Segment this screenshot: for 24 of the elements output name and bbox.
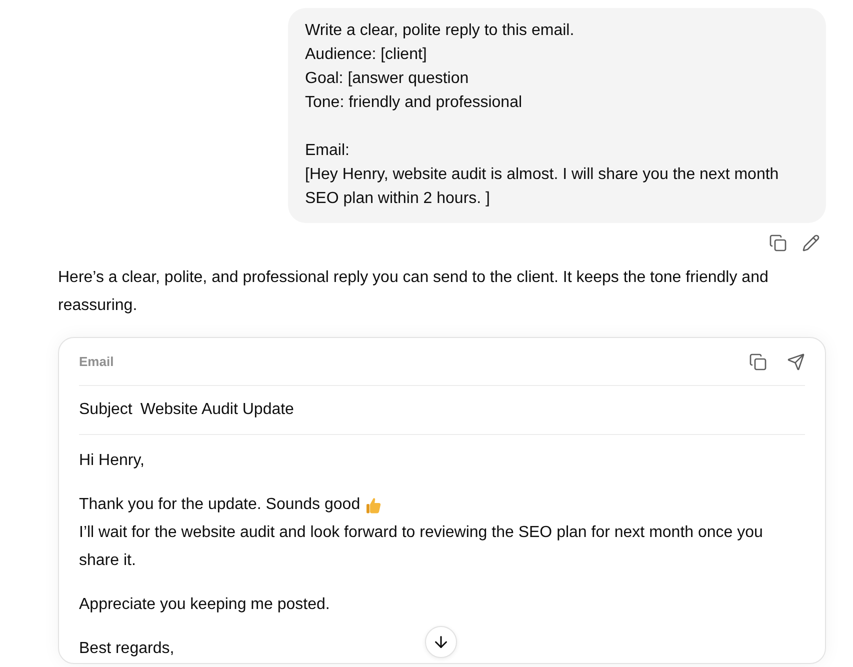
subject-label: Subject [79, 401, 132, 419]
email-body-text: Thank you for the update. Sounds good [79, 495, 360, 515]
message-line: Tone: friendly and professional [305, 93, 522, 113]
email-body-text: Hi Henry, [79, 451, 144, 471]
pencil-icon [802, 234, 820, 252]
copy-button[interactable] [768, 234, 787, 252]
arrow-down-icon [432, 633, 450, 651]
send-button[interactable] [786, 352, 805, 371]
subject-text: Website Audit Update [140, 401, 294, 419]
message-line: Email: [305, 141, 350, 161]
message-line: [Hey Henry, website audit is almost. I will share you the next month SEO plan within 2 hours. ] [305, 165, 780, 209]
copy-icon [748, 352, 766, 370]
card-label: Email [79, 354, 114, 369]
email-body-text: Best regards, [79, 639, 174, 659]
assistant-message: Here’s a clear, polite, and professional reply you can send to the client. It keeps the tone friendly and reassuring. [58, 268, 770, 316]
message-line: Audience: [client] [305, 45, 427, 65]
email-body-text: I’ll wait for the website audit and look forward to reviewing the SEO plan for next month once you share it. [79, 523, 764, 571]
email-body-text: Appreciate you keeping me posted. [79, 595, 330, 615]
message-line: Write a clear, polite reply to this email. [305, 21, 574, 41]
send-icon [786, 352, 804, 370]
copy-icon [768, 234, 786, 252]
copy-button[interactable] [748, 352, 767, 371]
edit-button[interactable] [801, 234, 820, 252]
message-line: Goal: [answer question [305, 69, 469, 89]
